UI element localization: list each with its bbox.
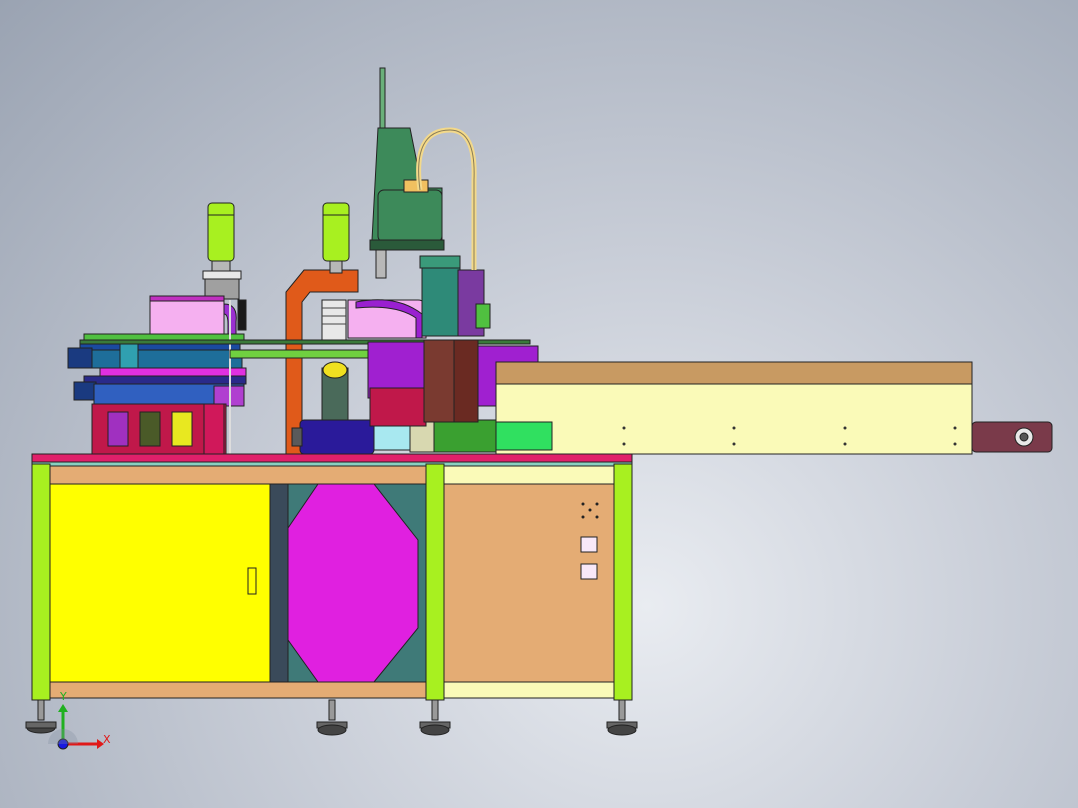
conveyor: [495, 361, 1053, 455]
conveyor-top: [495, 361, 973, 385]
left-station: [67, 202, 247, 457]
left-motor: [67, 347, 93, 369]
cabinet: [25, 453, 638, 736]
left-cylinder: [207, 202, 235, 262]
cabinet-feet: [25, 699, 638, 736]
indicator-button-2[interactable]: [580, 563, 598, 580]
center-motor: [299, 419, 375, 455]
indicator-button-1[interactable]: [580, 536, 598, 553]
teal-housing: [421, 265, 461, 337]
center-cylinder: [322, 202, 350, 262]
y-axis-label: Y: [59, 690, 67, 703]
cad-viewport[interactable]: X Y: [0, 0, 1078, 808]
axes-triad: X Y: [48, 690, 111, 750]
left-pink-tray: [149, 295, 225, 341]
x-axis-label: X: [103, 733, 111, 746]
right-cabinet-door[interactable]: [443, 483, 615, 683]
left-cabinet-door[interactable]: [49, 483, 271, 683]
left-door-handle: [247, 567, 257, 595]
